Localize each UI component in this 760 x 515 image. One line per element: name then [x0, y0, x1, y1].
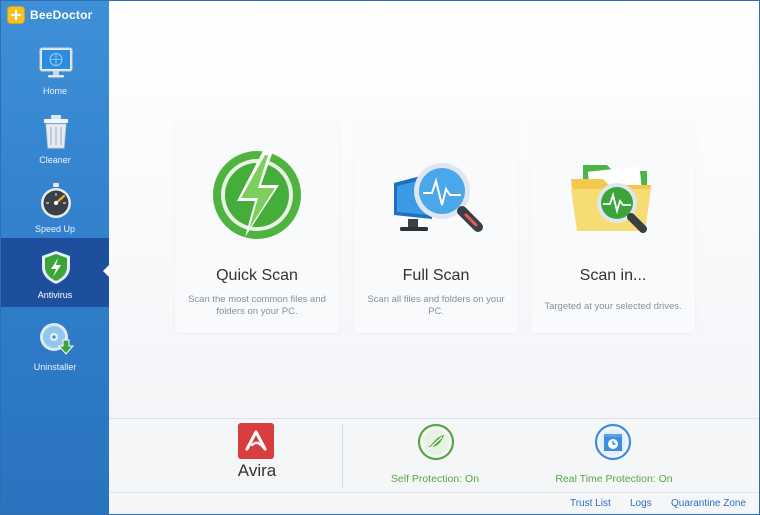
custom-scan-card[interactable]: Scan in... Targeted at your selected dri…: [531, 121, 695, 333]
full-scan-card[interactable]: Full Scan Scan all files and folders on …: [354, 121, 518, 333]
realtime-protection-status: Real Time Protection: On: [555, 473, 673, 485]
sidebar-item-label: Cleaner: [39, 155, 71, 165]
folder-magnifier-icon: [571, 165, 651, 233]
monitor-icon: [39, 47, 73, 78]
self-protection-icon: [417, 423, 455, 461]
lightning-icon: [213, 151, 301, 239]
card-description: Scan all files and folders on your PC.: [367, 294, 505, 317]
realtime-protection-icon: [594, 423, 632, 461]
app-title: BeeDoctor: [30, 8, 93, 22]
disc-download-icon: [40, 323, 75, 355]
sidebar: BeeDoctor Home Cleaner Speed Up Antiviru…: [1, 1, 109, 514]
sidebar-item-label: Antivirus: [37, 290, 73, 300]
sidebar-item-label: Uninstaller: [33, 362, 77, 372]
self-protection-status: Self Protection: On: [390, 473, 480, 485]
beedoctor-logo-icon: [7, 6, 25, 24]
sidebar-item-label: Home: [42, 86, 67, 96]
monitor-magnifier-icon: [394, 163, 483, 232]
sidebar-item-speed-up[interactable]: Speed Up: [1, 176, 109, 244]
sidebar-item-home[interactable]: Home: [1, 38, 109, 106]
sidebar-item-cleaner[interactable]: Cleaner: [1, 107, 109, 175]
footer-links: Trust List Logs Quarantine Zone: [109, 492, 759, 514]
sidebar-item-antivirus[interactable]: Antivirus: [1, 238, 109, 307]
antivirus-panel: Quick Scan Scan the most common files an…: [109, 1, 759, 419]
avira-logo-icon: [238, 423, 274, 459]
antivirus-engine-name: Avira: [237, 461, 277, 480]
quick-scan-card[interactable]: Quick Scan Scan the most common files an…: [175, 121, 339, 333]
card-title: Quick Scan: [216, 267, 298, 284]
card-description: Scan the most common files and folders o…: [188, 294, 326, 317]
card-title: Scan in...: [579, 267, 647, 284]
quarantine-zone-link[interactable]: Quarantine Zone: [671, 498, 746, 509]
divider: [342, 424, 343, 488]
trust-list-link[interactable]: Trust List: [570, 498, 611, 509]
sidebar-item-uninstaller[interactable]: Uninstaller: [1, 314, 109, 382]
protection-status-panel: Avira Self Protection: On Real Time Prot…: [109, 418, 759, 492]
card-description: Targeted at your selected drives.: [544, 301, 682, 312]
trash-icon: [44, 115, 68, 149]
logs-link[interactable]: Logs: [630, 498, 652, 509]
sidebar-item-label: Speed Up: [34, 224, 76, 234]
shield-bolt-icon: [42, 251, 70, 284]
app-window: BeeDoctor Home Cleaner Speed Up Antiviru…: [0, 0, 760, 515]
brand: BeeDoctor: [7, 5, 92, 25]
stopwatch-icon: [41, 183, 71, 218]
card-title: Full Scan: [402, 267, 470, 284]
